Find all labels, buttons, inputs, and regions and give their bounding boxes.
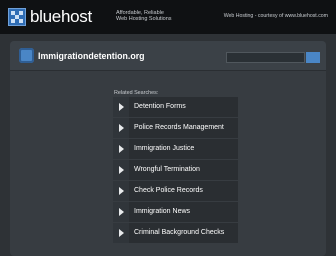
arrow-right-icon xyxy=(119,145,124,153)
site-title: Immigrationdetention.org xyxy=(38,51,145,61)
search-input[interactable] xyxy=(226,52,305,63)
arrow-right-icon xyxy=(119,166,124,174)
related-link-label: Wrongful Termination xyxy=(134,166,200,173)
arrow-cell xyxy=(113,223,129,243)
arrow-cell xyxy=(113,160,129,180)
related-link[interactable]: Immigration Justice xyxy=(113,139,238,159)
related-link-label: Immigration News xyxy=(134,208,191,215)
arrow-right-icon xyxy=(119,124,124,132)
related-link-label: Detention Forms xyxy=(134,103,186,110)
bluehost-logo-icon[interactable] xyxy=(8,8,26,26)
related-link-label: Police Records Management xyxy=(134,124,224,131)
related-link[interactable]: Criminal Background Checks xyxy=(113,223,238,243)
arrow-right-icon xyxy=(119,103,124,111)
arrow-right-icon xyxy=(119,229,124,237)
arrow-cell xyxy=(113,97,129,117)
arrow-cell xyxy=(113,139,129,159)
bluehost-logo-text[interactable]: bluehost xyxy=(30,7,92,27)
related-link[interactable]: Police Records Management xyxy=(113,118,238,138)
sponsor-link[interactable]: Web Hosting - courtesy of www.bluehost.c… xyxy=(224,13,328,19)
related-link[interactable]: Immigration News xyxy=(113,202,238,222)
related-link-label: Check Police Records xyxy=(134,187,203,194)
arrow-right-icon xyxy=(119,187,124,195)
arrow-right-icon xyxy=(119,208,124,216)
arrow-cell xyxy=(113,202,129,222)
related-link-label: Criminal Background Checks xyxy=(134,229,225,236)
arrow-cell xyxy=(113,118,129,138)
tagline-line-2: Web Hosting Solutions xyxy=(116,16,172,23)
related-link-label: Immigration Justice xyxy=(134,145,195,152)
arrow-cell xyxy=(113,181,129,201)
site-globe-icon xyxy=(19,48,34,63)
related-link[interactable]: Wrongful Termination xyxy=(113,160,238,180)
related-link[interactable]: Detention Forms xyxy=(113,97,238,117)
related-link[interactable]: Check Police Records xyxy=(113,181,238,201)
search-button[interactable] xyxy=(306,52,320,63)
tagline: Affordable, Reliable Web Hosting Solutio… xyxy=(116,10,196,23)
related-searches-title: Related Searches: xyxy=(114,90,159,96)
